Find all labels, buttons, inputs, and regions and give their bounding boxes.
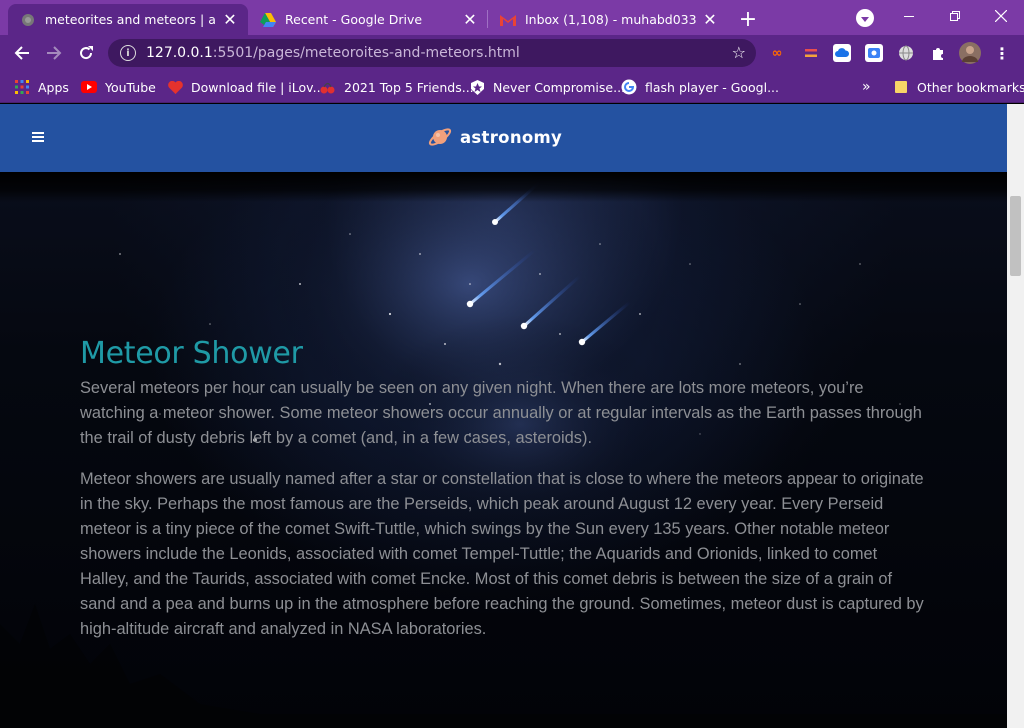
extensions-puzzle-icon[interactable] [929, 44, 947, 62]
bookmark-top-friends[interactable]: 2021 Top 5 Friends... [320, 76, 474, 98]
tab-title: meteorites and meteors | astronc [45, 12, 216, 27]
reload-icon[interactable] [72, 39, 100, 67]
tree-silhouette-top [0, 172, 1007, 202]
article-section: Meteor Shower Several meteors per hour c… [80, 334, 930, 658]
bookmark-flash-player[interactable]: flash player - Googl... [621, 76, 779, 98]
new-tab-button[interactable]: + [736, 7, 760, 32]
back-arrow-icon[interactable] [8, 39, 36, 67]
google-drive-icon [260, 12, 276, 28]
site-logo[interactable]: astronomy [428, 122, 562, 152]
tab-title: Recent - Google Drive [285, 12, 423, 27]
bookmarks-bar: Apps YouTube Download file | iLov... 202… [0, 71, 1024, 103]
globe-icon [20, 12, 36, 28]
close-tab-icon[interactable]: ✕ [460, 10, 480, 30]
tab-strip: meteorites and meteors | astronc ✕ Recen… [0, 0, 1024, 35]
section-heading: Meteor Shower [80, 336, 303, 371]
extension-infinity-icon[interactable]: ∞ [768, 44, 786, 62]
bookmark-label: YouTube [105, 79, 156, 95]
bookmark-label: Download file | iLov... [191, 79, 325, 95]
site-navbar: astronomy [0, 104, 1007, 172]
browser-toolbar: i 127.0.0.1:5501/pages/meteoroites-and-m… [0, 35, 1024, 71]
forward-arrow-icon[interactable] [40, 39, 68, 67]
restore-button[interactable] [932, 0, 978, 32]
apps-grid-icon [14, 79, 30, 95]
google-icon [621, 79, 637, 95]
menu-kebab-icon[interactable]: ⋮ [993, 44, 1011, 63]
tab-gmail[interactable]: Inbox (1,108) - muhabd0336@gm ✕ [488, 4, 728, 35]
planet-icon [428, 128, 452, 146]
gmail-icon [500, 12, 516, 28]
bookmark-ilovepdf[interactable]: Download file | iLov... [167, 76, 325, 98]
other-bookmarks[interactable]: Other bookmarks [893, 76, 1024, 98]
bookmark-label: flash player - Googl... [645, 79, 780, 95]
extension-cloud-icon[interactable] [833, 44, 851, 62]
paragraph-details: Meteor showers are usually named after a… [80, 470, 924, 638]
bookmark-label: Never Compromise... [493, 79, 626, 95]
hamburger-menu-icon[interactable] [32, 132, 44, 142]
brand-name: astronomy [460, 127, 563, 147]
extension-screen-icon[interactable] [865, 44, 883, 62]
tab-meteorites[interactable]: meteorites and meteors | astronc ✕ [8, 4, 248, 35]
close-tab-icon[interactable]: ✕ [220, 10, 240, 30]
folder-icon [893, 79, 909, 95]
url-path: :5501/pages/meteoroites-and-meteors.html [212, 45, 520, 61]
badge-icon [469, 79, 485, 95]
scrollbar-thumb[interactable] [1010, 196, 1021, 276]
heart-icon [167, 79, 183, 95]
bookmark-youtube[interactable]: YouTube [81, 76, 156, 98]
youtube-icon [81, 79, 97, 95]
close-tab-icon[interactable]: ✕ [700, 10, 720, 30]
tab-search-icon[interactable] [856, 9, 874, 27]
cherry-icon [320, 79, 336, 95]
site-info-icon[interactable]: i [120, 45, 136, 61]
bookmarks-overflow-button[interactable]: » [862, 76, 871, 98]
bookmark-label: Other bookmarks [917, 79, 1024, 95]
bookmark-label: 2021 Top 5 Friends... [344, 79, 474, 95]
bookmark-apps[interactable]: Apps [14, 76, 69, 98]
bookmark-label: Apps [38, 79, 69, 95]
paragraph-intro: Several meteors per hour can usually be … [80, 379, 922, 447]
extension-equal-icon[interactable] [802, 44, 820, 62]
address-bar[interactable]: i 127.0.0.1:5501/pages/meteoroites-and-m… [108, 39, 756, 67]
profile-avatar[interactable] [959, 42, 981, 64]
page-viewport: astronomy Meteor Shower Several meteors … [0, 104, 1007, 728]
extension-globe-icon[interactable] [897, 44, 915, 62]
minimize-button[interactable] [886, 0, 932, 32]
tab-title: Inbox (1,108) - muhabd0336@gm [525, 12, 696, 27]
url-host: 127.0.0.1 [146, 45, 213, 61]
tab-google-drive[interactable]: Recent - Google Drive ✕ [248, 4, 488, 35]
bookmark-star-icon[interactable]: ☆ [732, 43, 746, 62]
bookmark-never-compromise[interactable]: Never Compromise... [469, 76, 625, 98]
page-scrollbar[interactable] [1007, 104, 1024, 728]
close-window-button[interactable] [978, 0, 1024, 32]
